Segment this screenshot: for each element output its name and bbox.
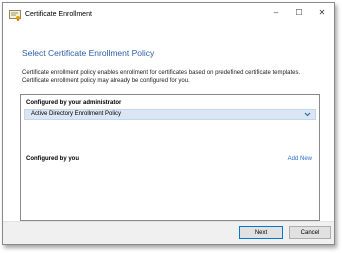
dialog-footer: Next Cancel [3, 221, 334, 244]
policy-list-panel: Configured by your administrator Active … [20, 94, 320, 221]
certificate-icon [9, 10, 21, 21]
policy-row-active-directory[interactable]: Active Directory Enrollment Policy [24, 109, 316, 120]
page-heading: Select Certificate Enrollment Policy [22, 48, 155, 58]
add-new-link[interactable]: Add New [288, 156, 312, 162]
user-section-label: Configured by you [26, 156, 79, 162]
certificate-enrollment-window: Certificate Enrollment – ☐ ✕ Select Cert… [2, 2, 335, 245]
maximize-button[interactable]: ☐ [287, 3, 311, 21]
next-button[interactable]: Next [239, 226, 283, 239]
window-title: Certificate Enrollment [25, 11, 92, 18]
close-button[interactable]: ✕ [310, 3, 334, 21]
page-description: Certificate enrollment policy enables en… [22, 70, 301, 84]
cancel-button[interactable]: Cancel [289, 226, 331, 239]
admin-section-label: Configured by your administrator [26, 100, 122, 106]
chevron-down-icon[interactable] [304, 110, 311, 121]
minimize-button[interactable]: – [264, 3, 288, 21]
title-bar[interactable]: Certificate Enrollment – ☐ ✕ [3, 3, 334, 29]
policy-name: Active Directory Enrollment Policy [31, 111, 122, 117]
